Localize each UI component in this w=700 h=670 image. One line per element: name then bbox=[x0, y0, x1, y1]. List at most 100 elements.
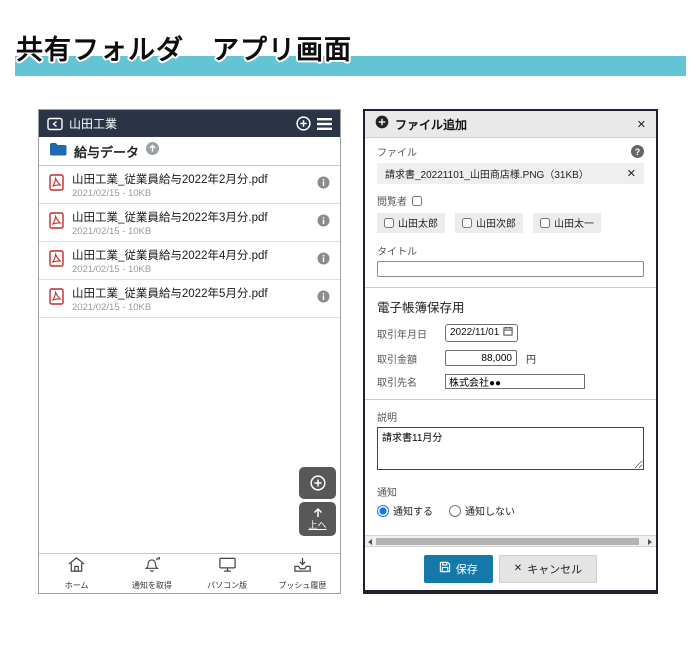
divider bbox=[365, 287, 656, 288]
nav-home[interactable]: ホーム bbox=[39, 554, 114, 593]
client-input[interactable] bbox=[445, 374, 585, 389]
info-icon[interactable] bbox=[317, 176, 330, 194]
home-icon bbox=[67, 556, 86, 578]
cancel-label: キャンセル bbox=[527, 561, 582, 577]
add-circle-icon[interactable] bbox=[296, 116, 311, 131]
file-meta: 2021/02/15 - 10KB bbox=[72, 226, 309, 237]
folder-name: 給与データ bbox=[74, 142, 139, 161]
folder-icon bbox=[49, 142, 67, 161]
close-icon[interactable]: ✕ bbox=[637, 118, 646, 131]
description-label: 説明 bbox=[377, 409, 644, 424]
divider bbox=[365, 399, 656, 400]
amount-input[interactable] bbox=[445, 350, 517, 366]
file-row[interactable]: 山田工業_従業員給与2022年5月分.pdf 2021/02/15 - 10KB bbox=[39, 280, 340, 318]
radio-label: 通知しない bbox=[465, 503, 515, 518]
nav-pc-version[interactable]: パソコン版 bbox=[190, 554, 265, 593]
save-button[interactable]: 保存 bbox=[424, 555, 493, 583]
folder-row[interactable]: 給与データ bbox=[39, 137, 340, 166]
monitor-icon bbox=[218, 556, 237, 578]
date-input[interactable]: 2022/11/01 bbox=[445, 324, 518, 342]
file-name: 山田工業_従業員給与2022年3月分.pdf bbox=[72, 209, 309, 225]
save-label: 保存 bbox=[456, 561, 478, 577]
save-icon bbox=[439, 561, 451, 576]
file-row[interactable]: 山田工業_従業員給与2022年4月分.pdf 2021/02/15 - 10KB bbox=[39, 242, 340, 280]
add-file-dialog: ファイル追加 ✕ ファイル ? 請求書_20221101_山田商店様.PNG（3… bbox=[363, 109, 658, 594]
viewer-checkbox[interactable] bbox=[384, 218, 394, 228]
viewer-name: 山田太郎 bbox=[398, 215, 438, 230]
nav-push-history[interactable]: プッシュ履歴 bbox=[265, 554, 340, 593]
ledger-section-heading: 電子帳簿保存用 bbox=[377, 297, 644, 316]
shared-folder-icon bbox=[47, 117, 63, 131]
push-history-icon bbox=[293, 556, 312, 578]
dialog-title: ファイル追加 bbox=[395, 116, 467, 133]
viewer-name: 山田太一 bbox=[554, 215, 594, 230]
file-meta: 2021/02/15 - 10KB bbox=[72, 188, 309, 199]
bottom-nav: ホーム 通知を取得 パソコン版 プッシュ履歴 bbox=[39, 553, 340, 593]
nav-get-notifications[interactable]: 通知を取得 bbox=[114, 554, 189, 593]
file-row[interactable]: 山田工業_従業員給与2022年3月分.pdf 2021/02/15 - 10KB bbox=[39, 204, 340, 242]
info-icon[interactable] bbox=[317, 214, 330, 232]
notification-label: 通知 bbox=[377, 484, 644, 499]
nav-label: ホーム bbox=[65, 580, 89, 591]
file-row[interactable]: 山田工業_従業員給与2022年2月分.pdf 2021/02/15 - 10KB bbox=[39, 166, 340, 204]
radio-input[interactable] bbox=[377, 505, 389, 517]
floating-buttons: 上へ bbox=[299, 467, 336, 536]
client-label: 取引先名 bbox=[377, 374, 445, 389]
add-circle-icon bbox=[375, 115, 389, 134]
cancel-button[interactable]: ✕ キャンセル bbox=[499, 555, 597, 583]
calendar-icon bbox=[503, 326, 513, 339]
nav-label: パソコン版 bbox=[207, 580, 247, 591]
notify-off-radio[interactable]: 通知しない bbox=[449, 503, 515, 518]
viewers-select-all-checkbox[interactable] bbox=[412, 196, 422, 206]
scrollbar-thumb[interactable] bbox=[376, 538, 639, 545]
viewer-checkbox[interactable] bbox=[540, 218, 550, 228]
menu-icon[interactable] bbox=[317, 118, 332, 130]
file-meta: 2021/02/15 - 10KB bbox=[72, 264, 309, 275]
file-label: ファイル bbox=[377, 144, 417, 159]
radio-label: 通知する bbox=[393, 503, 433, 518]
scroll-right-arrow-icon[interactable] bbox=[648, 539, 652, 545]
to-top-label: 上へ bbox=[308, 518, 326, 531]
viewer-chip[interactable]: 山田次郎 bbox=[455, 213, 523, 233]
radio-input[interactable] bbox=[449, 505, 461, 517]
info-icon[interactable] bbox=[317, 252, 330, 270]
cancel-x-icon: ✕ bbox=[514, 563, 522, 574]
pdf-icon bbox=[49, 174, 64, 196]
amount-label: 取引金額 bbox=[377, 351, 445, 366]
page: 共有フォルダ アプリ画面 山田工業 給与データ bbox=[0, 0, 700, 670]
scroll-to-top-fab[interactable]: 上へ bbox=[299, 502, 336, 536]
attached-file-chip: 請求書_20221101_山田商店様.PNG（31KB） ✕ bbox=[377, 163, 644, 184]
dialog-header: ファイル追加 ✕ bbox=[365, 111, 656, 138]
viewer-name: 山田次郎 bbox=[476, 215, 516, 230]
scroll-left-arrow-icon[interactable] bbox=[368, 539, 372, 545]
title-field-label: タイトル bbox=[377, 243, 644, 258]
amount-unit: 円 bbox=[526, 351, 536, 366]
pdf-icon bbox=[49, 288, 64, 310]
app-panel: 山田工業 給与データ 山田工業_従業員給与2022年2月分.pdf 2021 bbox=[38, 109, 341, 594]
file-name: 山田工業_従業員給与2022年4月分.pdf bbox=[72, 247, 309, 263]
viewer-checkbox[interactable] bbox=[462, 218, 472, 228]
dialog-footer: 保存 ✕ キャンセル bbox=[365, 547, 656, 590]
pdf-icon bbox=[49, 250, 64, 272]
date-label: 取引年月日 bbox=[377, 326, 445, 341]
page-title: 共有フォルダ アプリ画面 bbox=[16, 28, 352, 67]
help-icon[interactable]: ? bbox=[631, 145, 644, 158]
add-file-fab[interactable] bbox=[299, 467, 336, 499]
app-title: 山田工業 bbox=[69, 115, 117, 132]
viewer-chips: 山田太郎 山田次郎 山田太一 bbox=[377, 213, 644, 233]
file-name: 山田工業_従業員給与2022年5月分.pdf bbox=[72, 285, 309, 301]
dialog-body: ファイル ? 請求書_20221101_山田商店様.PNG（31KB） ✕ 閲覧… bbox=[365, 138, 656, 518]
notify-on-radio[interactable]: 通知する bbox=[377, 503, 433, 518]
info-icon[interactable] bbox=[317, 290, 330, 308]
description-textarea[interactable]: 請求書11月分 bbox=[377, 427, 644, 470]
attached-file-name: 請求書_20221101_山田商店様.PNG（31KB） bbox=[385, 166, 589, 181]
horizontal-scrollbar[interactable] bbox=[365, 535, 656, 547]
remove-file-icon[interactable]: ✕ bbox=[627, 167, 636, 180]
title-input[interactable] bbox=[377, 261, 644, 277]
bell-refresh-icon bbox=[142, 556, 162, 578]
file-name: 山田工業_従業員給与2022年2月分.pdf bbox=[72, 171, 309, 187]
nav-label: 通知を取得 bbox=[132, 580, 172, 591]
viewer-chip[interactable]: 山田太一 bbox=[533, 213, 601, 233]
viewer-chip[interactable]: 山田太郎 bbox=[377, 213, 445, 233]
folder-up-icon[interactable] bbox=[146, 142, 159, 160]
